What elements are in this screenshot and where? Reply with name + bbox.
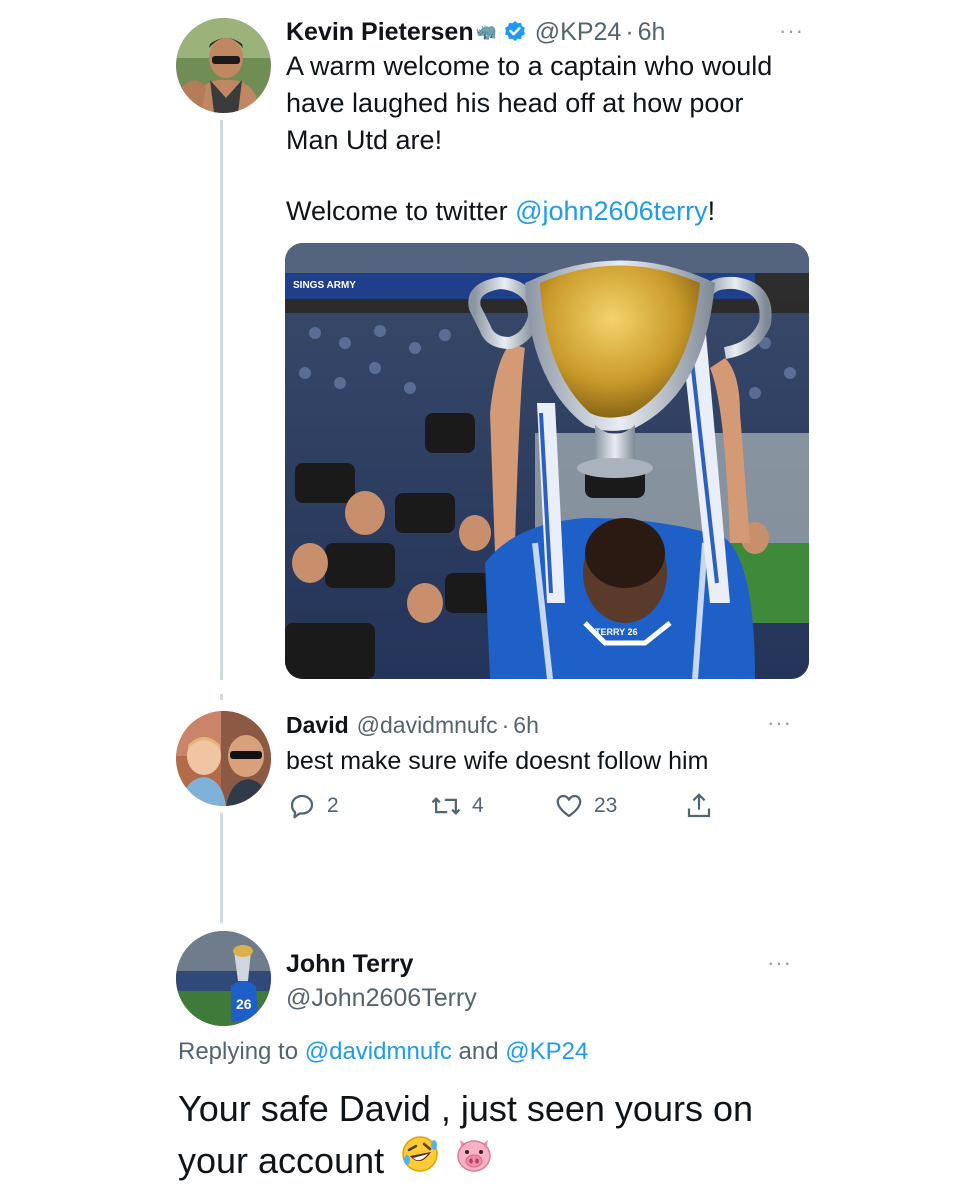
john-terry-text-line-2-row: your account	[178, 1134, 753, 1187]
kp-mention-john2606terry[interactable]: @john2606terry	[515, 196, 708, 226]
retweet-count: 4	[472, 794, 484, 817]
replying-mention-davidmnufc[interactable]: @davidmnufc	[305, 1038, 452, 1065]
john-terry-tweet-text: Your safe David , just seen yours on you…	[178, 1084, 753, 1187]
john-terry-author-name[interactable]: John Terry	[286, 948, 413, 980]
thread-line-1-gap	[220, 694, 223, 700]
like-count: 23	[594, 794, 618, 817]
trophy-photo-image: SINGS ARMY TERRY 26	[285, 243, 809, 679]
john-terry-text-line-1: Your safe David , just seen yours on	[178, 1088, 753, 1129]
retweet-action[interactable]: 4	[430, 791, 484, 821]
kp-author-name[interactable]: Kevin Pietersen	[286, 18, 474, 47]
replying-to-line: Replying to @davidmnufc and @KP24	[178, 1036, 588, 1068]
retweet-icon	[431, 797, 461, 815]
david-more-icon[interactable]: ···	[767, 710, 792, 736]
reply-icon	[290, 794, 314, 819]
kp-welcome-line: Welcome to twitter @john2606terry!	[286, 193, 715, 230]
kp-handle[interactable]: @KP24	[535, 18, 622, 47]
kp-avatar[interactable]	[176, 18, 271, 113]
john-terry-text-line-2: your account	[178, 1139, 385, 1181]
david-handle[interactable]: @davidmnufc	[357, 712, 498, 739]
share-action[interactable]	[684, 791, 714, 821]
photo-banner-text: SINGS ARMY	[293, 280, 356, 291]
thread-line-1	[220, 120, 223, 680]
rofl-emoji	[400, 1134, 440, 1187]
like-action[interactable]: 23	[554, 791, 617, 821]
kp-tweet-text: A warm welcome to a captain who would ha…	[286, 48, 846, 159]
thread-line-2	[220, 813, 223, 923]
photo-jersey-text: TERRY 26	[595, 627, 638, 637]
kp-text-line-2: have laughed his head off at how poor	[286, 88, 744, 118]
david-time[interactable]: 6h	[513, 712, 539, 739]
reply-count: 2	[327, 794, 339, 817]
kp-welcome-prefix: Welcome to twitter	[286, 196, 516, 226]
kp-text-line-3: Man Utd are!	[286, 125, 443, 155]
replying-and: and	[451, 1038, 506, 1065]
verified-icon	[503, 20, 527, 44]
john-terry-avatar[interactable]: 26	[176, 931, 271, 1026]
tweet-thread-screen: { "tweet1": { "author_name": "Kevin Piet…	[0, 0, 976, 1200]
share-icon	[687, 793, 711, 818]
kp-welcome-suffix: !	[707, 196, 716, 226]
david-header: David @davidmnufc · 6h	[286, 708, 539, 742]
pig-emoji	[454, 1134, 494, 1187]
kp-tweet-photo[interactable]: SINGS ARMY TERRY 26	[285, 243, 809, 679]
kp-dot-separator: ·	[625, 17, 634, 46]
kp-text-line-1: A warm welcome to a captain who would	[286, 51, 773, 81]
reply-action[interactable]: 2	[287, 791, 339, 821]
kp-header: Kevin Pietersen 🦏 @KP24 · 6h	[286, 14, 665, 50]
david-author-name[interactable]: David	[286, 712, 349, 739]
david-avatar[interactable]	[176, 711, 271, 806]
replying-mention-kp24[interactable]: @KP24	[505, 1038, 588, 1065]
like-icon	[556, 794, 582, 818]
replying-to-prefix: Replying to	[178, 1038, 305, 1065]
david-dot-separator: ·	[501, 711, 510, 738]
kp-more-icon[interactable]: ···	[779, 18, 804, 44]
john-terry-avatar-number: 26	[236, 996, 252, 1012]
john-terry-more-icon[interactable]: ···	[767, 950, 792, 976]
david-tweet-text: best make sure wife doesnt follow him	[286, 747, 709, 775]
john-terry-handle[interactable]: @John2606Terry	[286, 982, 477, 1014]
kp-time[interactable]: 6h	[638, 18, 666, 47]
rhino-emoji: 🦏	[475, 22, 497, 41]
